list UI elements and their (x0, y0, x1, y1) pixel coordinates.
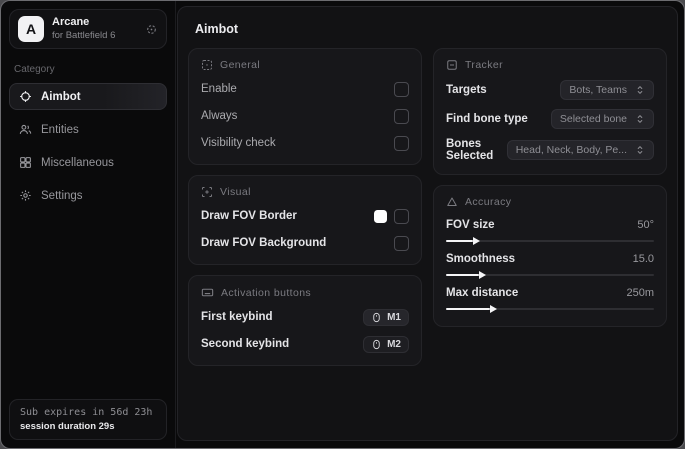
first-keybind-button[interactable]: M1 (363, 308, 409, 326)
always-checkbox[interactable] (394, 108, 409, 124)
max-distance-slider[interactable] (446, 304, 654, 313)
draw-fov-background-checkbox[interactable] (394, 235, 409, 251)
accuracy-icon (446, 196, 458, 208)
setting-label: Find bone type (446, 113, 528, 125)
subscription-card: Sub expires in 56d 23h session duration … (9, 399, 167, 440)
setting-label: Draw FOV Background (201, 237, 327, 249)
unfold-icon (635, 145, 645, 155)
setting-label: FOV size (446, 219, 495, 231)
setting-label: Enable (201, 83, 237, 95)
crosshair-icon (19, 90, 32, 103)
enable-checkbox[interactable] (394, 81, 409, 97)
slider-thumb[interactable] (479, 270, 487, 279)
setting-label: Visibility check (201, 137, 276, 149)
select-value: Selected bone (559, 113, 627, 125)
slider-thumb[interactable] (489, 304, 497, 313)
sub-expiry-text: Sub expires in 56d 23h (20, 407, 153, 418)
grid-icon (19, 156, 32, 169)
slider-value: 250m (626, 287, 654, 299)
setting-label: Targets (446, 84, 487, 96)
session-duration-text: session duration 29s (20, 421, 115, 432)
setting-row-first-keybind: First keybind M1 (201, 308, 409, 326)
card-header: Accuracy (465, 196, 512, 208)
setting-row-max-distance: Max distance 250m (446, 287, 654, 313)
setting-label: Bones Selected (446, 138, 494, 162)
setting-row-smoothness: Smoothness 15.0 (446, 253, 654, 279)
main-panel: Aimbot General Enable Always Visibility … (177, 6, 678, 441)
page-title: Aimbot (195, 22, 239, 36)
unfold-icon (635, 85, 645, 95)
sidebar: A Arcane for Battlefield 6 Category Aimb… (1, 1, 176, 448)
visibility-check-checkbox[interactable] (394, 135, 409, 151)
setting-label: Draw FOV Border (201, 210, 297, 222)
app-subtitle: for Battlefield 6 (52, 29, 116, 41)
sidebar-item-label: Aimbot (41, 90, 81, 103)
fov-size-slider[interactable] (446, 236, 654, 245)
sidebar-item-settings[interactable]: Settings (9, 182, 167, 209)
select-value: Bots, Teams (569, 84, 627, 96)
gear-icon (19, 189, 32, 202)
general-card: General Enable Always Visibility check (188, 48, 422, 165)
setting-row-fov-size: FOV size 50° (446, 219, 654, 245)
sidebar-item-label: Miscellaneous (41, 156, 114, 169)
keyboard-icon (201, 286, 214, 299)
sidebar-item-label: Settings (41, 189, 83, 202)
setting-row-second-keybind: Second keybind M2 (201, 335, 409, 353)
category-label: Category (14, 64, 55, 75)
mouse-icon (371, 312, 382, 323)
setting-row-bones-selected: Bones Selected Head, Neck, Body, Pe... (446, 138, 654, 162)
app-window: A Arcane for Battlefield 6 Category Aimb… (0, 0, 685, 449)
settings-gear-icon[interactable] (145, 23, 158, 36)
setting-row-find-bone-type: Find bone type Selected bone (446, 109, 654, 129)
sidebar-item-entities[interactable]: Entities (9, 116, 167, 143)
slider-value: 15.0 (632, 253, 654, 265)
sidebar-item-aimbot[interactable]: Aimbot (9, 83, 167, 110)
mouse-icon (371, 339, 382, 350)
visual-card: Visual Draw FOV Border Draw FOV Backgrou… (188, 175, 422, 265)
app-logo: A (18, 16, 44, 42)
setting-row-enable: Enable (201, 80, 409, 98)
app-title: Arcane (52, 16, 90, 29)
setting-label: Second keybind (201, 338, 290, 350)
select-value: Head, Neck, Body, Pe... (515, 144, 627, 156)
setting-label: First keybind (201, 311, 273, 323)
bones-selected-select[interactable]: Head, Neck, Body, Pe... (506, 140, 654, 160)
slider-value: 50° (637, 219, 654, 231)
visual-frame-icon (201, 186, 213, 198)
draw-fov-border-checkbox[interactable] (394, 208, 409, 224)
setting-row-draw-fov-border: Draw FOV Border (201, 207, 409, 225)
setting-label: Smoothness (446, 253, 516, 265)
card-header: Visual (220, 186, 251, 198)
setting-row-draw-fov-background: Draw FOV Background (201, 234, 409, 252)
keybind-value: M2 (387, 338, 401, 350)
fov-border-color-swatch[interactable] (374, 209, 387, 223)
layout-grid-icon (201, 59, 213, 71)
logo-card: A Arcane for Battlefield 6 (9, 9, 167, 49)
setting-row-targets: Targets Bots, Teams (446, 80, 654, 100)
tracker-icon (446, 59, 458, 71)
setting-row-visibility-check: Visibility check (201, 134, 409, 152)
keybind-value: M1 (387, 311, 401, 323)
card-header: General (220, 59, 261, 71)
sidebar-item-label: Entities (41, 123, 79, 136)
users-icon (19, 123, 32, 136)
smoothness-slider[interactable] (446, 270, 654, 279)
slider-thumb[interactable] (473, 236, 481, 245)
setting-label: Always (201, 110, 238, 122)
card-header: Activation buttons (221, 286, 312, 299)
second-keybind-button[interactable]: M2 (363, 335, 409, 353)
find-bone-type-select[interactable]: Selected bone (550, 109, 654, 129)
tracker-card: Tracker Targets Bots, Teams Find bone ty… (433, 48, 667, 175)
accuracy-card: Accuracy FOV size 50° Smoothness 15.0 Ma… (433, 185, 667, 327)
card-header: Tracker (465, 59, 503, 71)
setting-row-always: Always (201, 107, 409, 125)
targets-select[interactable]: Bots, Teams (560, 80, 654, 100)
activation-card: Activation buttons First keybind M1 Seco… (188, 275, 422, 366)
sidebar-item-miscellaneous[interactable]: Miscellaneous (9, 149, 167, 176)
setting-label: Max distance (446, 287, 519, 299)
unfold-icon (635, 114, 645, 124)
